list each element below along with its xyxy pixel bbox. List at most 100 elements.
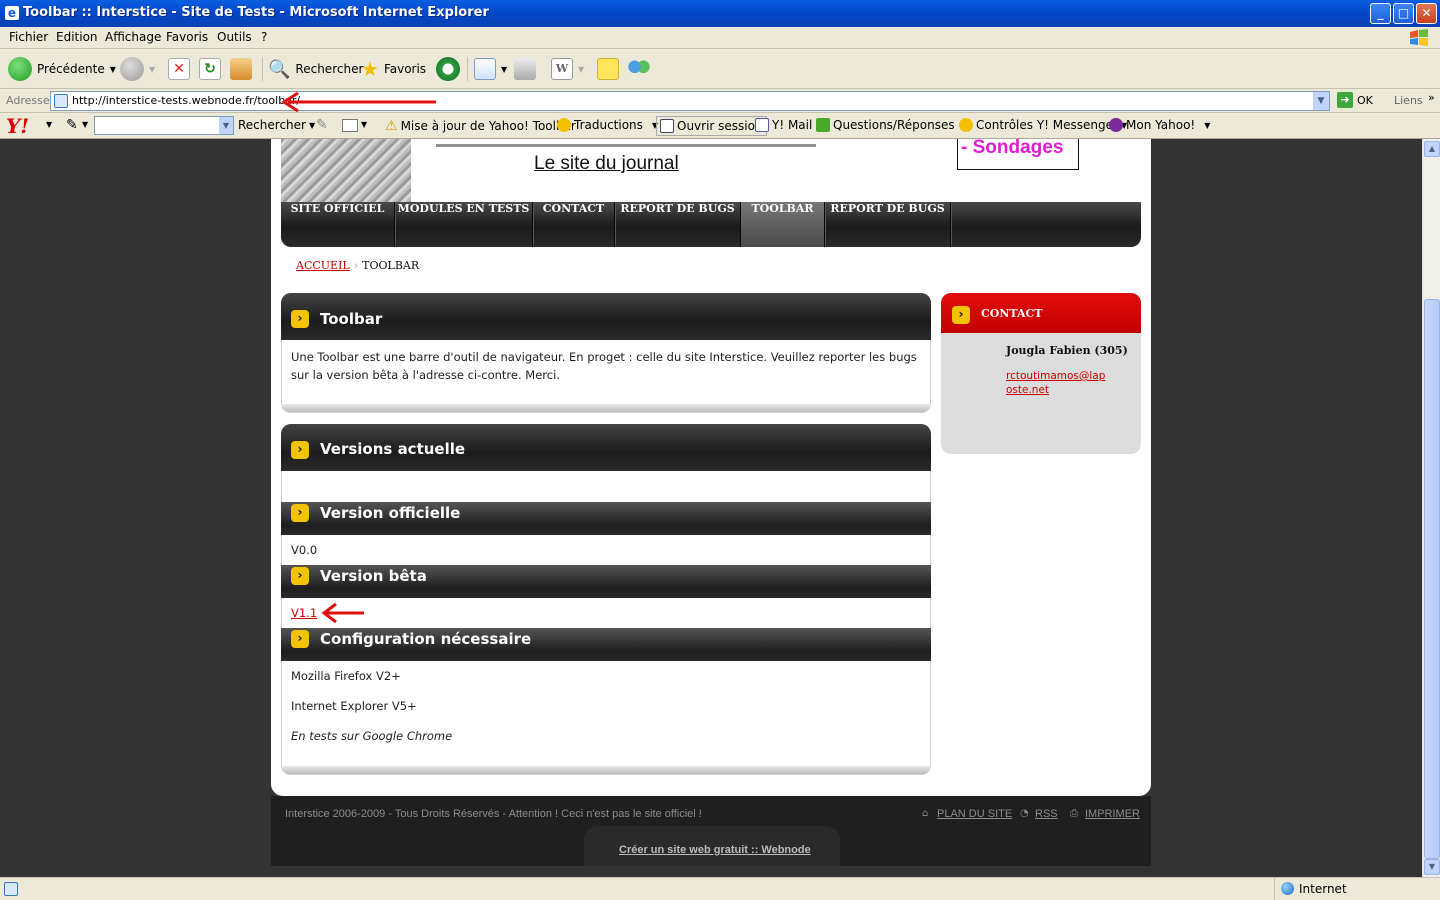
rss-icon: ◔ [1020,808,1029,819]
versions-box-title: Versions actuelle [320,440,466,458]
messenger-button[interactable] [628,55,650,83]
maximize-button[interactable]: □ [1393,3,1414,24]
search-label: Rechercher [295,62,364,76]
beta-version-link[interactable]: V1.1 [291,604,317,622]
translations-button[interactable]: Traductions ▼ [557,118,658,132]
go-button[interactable]: ➜ OK [1337,92,1373,108]
chevron-right-icon: › [291,441,309,459]
yahoo-search-label: Rechercher [238,118,306,132]
dropdown-arrow-icon[interactable]: ▼ [578,65,584,74]
nav-site-officiel[interactable]: SITE OFFICIEL [281,202,395,247]
official-version-title: Version officielle [320,504,461,522]
contact-email-link[interactable]: rctoutimamos@laposte.net [1006,369,1106,397]
sitemap-link[interactable]: PLAN DU SITE [937,808,1012,820]
scroll-up-icon[interactable]: ▲ [1424,141,1440,157]
breadcrumb-home[interactable]: ACCUEIL [296,259,350,272]
windows-logo-icon [1410,29,1428,46]
chevron-right-icon: › [291,310,309,328]
answers-label: Questions/Réponses [833,118,955,132]
menu-outils[interactable]: Outils [217,30,252,44]
nav-modules-en-tests[interactable]: MODULES EN TESTS [395,202,533,247]
dropdown-arrow-icon[interactable]: ▼ [501,65,507,74]
history-button[interactable] [436,55,460,83]
yahoo-search-input[interactable]: ▼ [94,116,234,135]
zone-label: Internet [1299,882,1347,896]
print-link[interactable]: IMPRIMER [1085,808,1140,820]
contact-name: Jougla Fabien (305) [1006,344,1128,357]
address-input[interactable]: http://interstice-tests.webnode.fr/toolb… [50,91,1330,111]
nav-toolbar[interactable]: TOOLBAR [741,202,825,247]
session-button[interactable]: Ouvrir session [656,116,767,136]
pencil-icon[interactable]: ✎ [66,117,78,133]
my-yahoo-button[interactable]: Mon Yahoo! ▼ [1109,118,1210,132]
status-bar: Internet [0,877,1440,900]
dropdown-arrow-icon[interactable]: ▼ [309,121,315,130]
header-logo-fragment [436,139,816,147]
messenger-controls-button[interactable]: Contrôles Y! Messenger ▼ [959,118,1127,132]
dropdown-arrow-icon[interactable]: ▼ [46,120,52,129]
nav-report-de-bugs-2[interactable]: REPORT DE BUGS [825,202,951,247]
close-button[interactable]: ✕ [1416,3,1437,24]
sondages-banner[interactable]: - Sondages [957,139,1079,170]
versions-box-header: › Versions actuelle [281,424,931,471]
dropdown-arrow-icon[interactable]: ▼ [1204,121,1210,130]
envelope-icon [755,118,769,132]
translate-icon [557,118,571,132]
dropdown-arrow-icon[interactable]: ▼ [149,65,155,74]
minimize-button[interactable]: _ [1370,3,1391,24]
globe-icon [1281,882,1294,895]
contact-box: › CONTACT Jougla Fabien (305) rctoutimam… [941,293,1141,454]
toolbar-separator [262,57,263,81]
edit-button[interactable]: W ▼ [551,55,584,83]
nav-report-de-bugs[interactable]: REPORT DE BUGS [615,202,741,247]
yahoo-logo-icon[interactable]: Y! [6,114,29,138]
highlighter-icon[interactable]: ✎ [316,117,328,133]
webnode-link[interactable]: Créer un site web gratuit :: Webnode [619,844,811,856]
rss-link[interactable]: RSS [1035,808,1058,820]
toolbar-box-header: › Toolbar [281,293,931,340]
address-label: Adresse [6,94,50,107]
menu-favoris[interactable]: Favoris [166,30,208,44]
menu-affichage[interactable]: Affichage [105,30,161,44]
journal-link[interactable]: Le site du journal [534,153,679,175]
messenger-icon [628,58,650,80]
menu-fichier[interactable]: Fichier [9,30,48,44]
print-button[interactable] [514,55,536,83]
warning-icon: ⚠ [385,118,398,134]
stop-button[interactable]: ✕ [168,55,190,83]
dropdown-arrow-icon[interactable]: ▼ [110,65,116,74]
refresh-button[interactable]: ↻ [199,55,221,83]
dropdown-arrow-icon[interactable]: ▼ [82,120,88,129]
menu-help[interactable]: ? [261,30,267,44]
chevron-right-icon: › [952,306,970,324]
window-icon[interactable] [342,119,358,132]
favorites-button[interactable]: ★ Favoris [361,55,426,83]
favorites-label: Favoris [383,62,427,76]
contact-title: CONTACT [981,307,1043,320]
home-button[interactable] [230,55,252,83]
menu-edition[interactable]: Edition [56,30,98,44]
search-dropdown-icon[interactable]: ▼ [219,117,233,134]
nav-contact[interactable]: CONTACT [533,202,615,247]
scroll-down-icon[interactable]: ▼ [1424,859,1440,875]
config-header: › Configuration nécessaire [281,628,931,661]
yahoo-update-button[interactable]: ⚠ Mise à jour de Yahoo! Toolbar [385,118,576,134]
yahoo-search-button[interactable]: Rechercher ▼ [238,118,315,132]
address-url[interactable]: http://interstice-tests.webnode.fr/toolb… [72,94,300,107]
scroll-thumb[interactable] [1424,299,1440,859]
notes-button[interactable] [597,55,619,83]
vertical-scrollbar[interactable]: ▲ ▼ [1422,139,1440,877]
answers-button[interactable]: Questions/Réponses ▼ [816,118,970,132]
toolbar-separator [467,57,468,81]
back-button[interactable]: Précédente ▼ [8,55,116,83]
sitemap-icon: ⌂ [922,808,929,819]
yahoo-mail-button[interactable]: Y! Mail [755,118,812,132]
mail-button[interactable]: ▼ [474,55,507,83]
links-label[interactable]: Liens [1394,94,1423,107]
dropdown-arrow-icon[interactable]: ▼ [361,120,367,129]
chevron-right-icon[interactable]: » [1428,91,1435,104]
search-button[interactable]: 🔍 Rechercher [268,55,363,83]
forward-button[interactable]: ▼ [120,55,155,83]
address-dropdown-icon[interactable]: ▼ [1313,92,1329,110]
login-icon [660,119,674,133]
